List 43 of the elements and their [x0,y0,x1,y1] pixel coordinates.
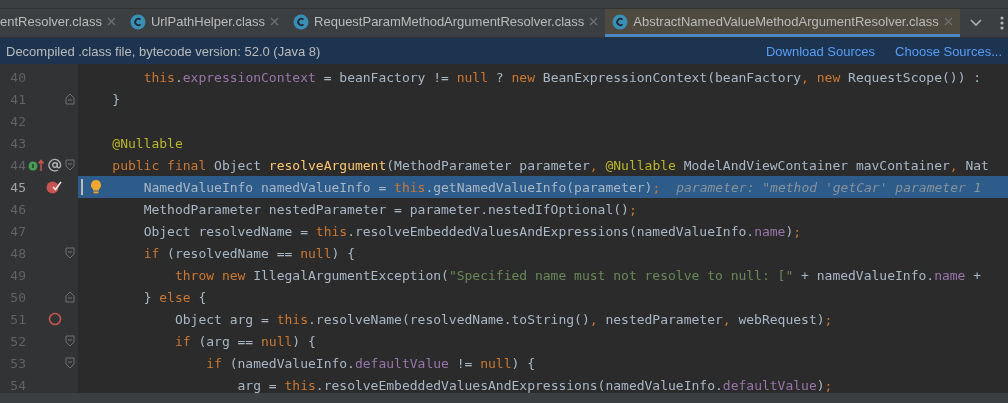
breakpoint-icon[interactable] [46,180,62,194]
editor-tab[interactable]: UrlPathHelper.class [122,9,287,37]
code-line: NamedValueInfo namedValueInfo = this.getNamedValueInfo(parameter); [143,179,661,195]
implements-icon[interactable] [28,158,46,172]
banner-message: Decompiled .class file, bytecode version: 52.0 (Java 8) [6,43,321,59]
close-icon[interactable] [106,17,116,26]
lightbulb-icon[interactable] [90,179,102,194]
annotation-icon[interactable] [48,158,62,172]
class-icon [129,13,146,30]
text-cursor [81,179,83,195]
fold-icon[interactable] [65,247,75,259]
chevron-down-icon[interactable] [969,19,982,27]
fold-icon[interactable] [65,335,75,347]
class-icon [293,13,310,30]
fold-icon[interactable] [65,93,75,105]
more-icon[interactable] [999,16,1004,30]
code-line: if (arg == null) { [174,333,316,349]
close-icon[interactable] [943,17,953,26]
code-line: this.expressionContext = beanFactory != null ? new BeanExpressionContext(beanFactory, new RequestScope()) : [143,69,982,85]
code-line: arg = this.resolveEmbeddedValuesAndExpressions(namedValueInfo.defaultValue); [237,377,833,393]
fold-icon[interactable] [65,357,75,369]
close-icon[interactable] [270,17,280,26]
class-icon [612,13,629,30]
code-line: MethodParameter nestedParameter = parameter.nestedIfOptional(); [143,201,637,217]
fold-icon[interactable] [65,159,75,171]
close-icon[interactable] [589,17,599,26]
banner-link[interactable]: Download Sources [765,43,876,59]
line-number: 45 [9,179,26,195]
banner-link[interactable]: Choose Sources... [895,43,1002,59]
code-line: } [112,91,121,107]
editor-tab[interactable]: entResolver.class [0,9,123,37]
code-line: @Nullable [112,135,183,151]
code-line: } else { [143,289,207,305]
editor-tab[interactable]: RequestParamMethodArgumentResolver.class [286,9,606,37]
code-line: throw new IllegalArgumentException("Specified name must not resolve to null: [" + namedValueInfo.name + [174,267,982,283]
editor-tab[interactable]: AbstractNamedValueMethodArgumentResolver.class [605,9,960,37]
code-line: if (namedValueInfo.defaultValue != null) { [206,355,535,371]
code-line: Object arg = this.resolveName(resolvedName.toString(), nestedParameter, webRequest); [174,311,833,327]
code-line: public final Object resolveArgument(MethodParameter parameter, @Nullable ModelAndViewContainer mavContainer, Nat [112,157,989,173]
fold-icon[interactable] [65,291,75,303]
code-line: Object resolvedName = this.resolveEmbeddedValuesAndExpressions(namedValueInfo.name); [143,223,802,239]
inline-hint: parameter: "method 'getCar' parameter 1 [676,179,982,195]
code-line: if (resolvedName == null) { [143,245,355,261]
